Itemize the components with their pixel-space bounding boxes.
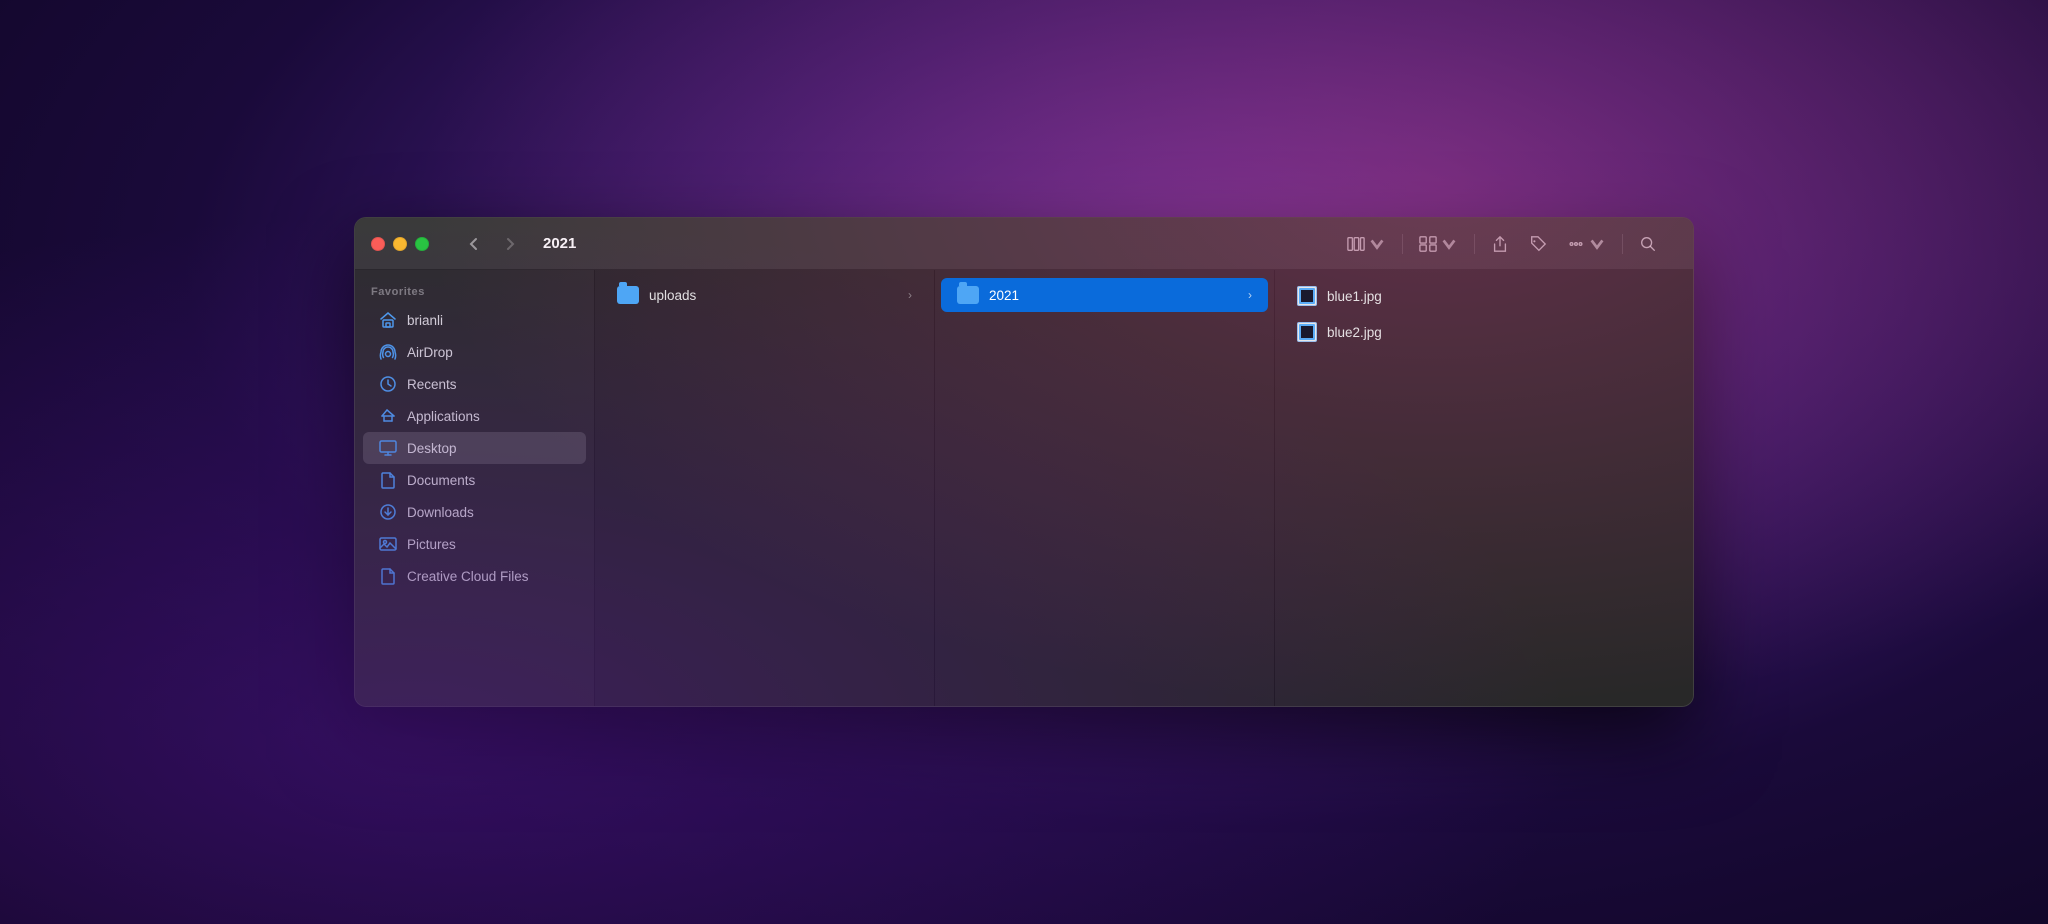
file-icon-blue1 xyxy=(1297,286,1317,306)
back-button[interactable] xyxy=(459,231,489,257)
file-blue1[interactable]: blue1.jpg xyxy=(1281,278,1687,314)
file-icon-blue2 xyxy=(1297,322,1317,342)
tag-button[interactable] xyxy=(1521,230,1555,258)
file-blue1-label: blue1.jpg xyxy=(1327,289,1382,304)
toolbar-divider-1 xyxy=(1402,234,1403,254)
sidebar-item-documents[interactable]: Documents xyxy=(363,464,586,496)
home-icon xyxy=(379,311,397,329)
applications-icon xyxy=(379,407,397,425)
toolbar-right xyxy=(1339,230,1677,258)
traffic-lights xyxy=(371,237,429,251)
folder-2021-chevron: › xyxy=(1248,288,1252,302)
maximize-button[interactable] xyxy=(415,237,429,251)
sidebar-label-recents: Recents xyxy=(407,377,457,392)
folder-icon-2021 xyxy=(957,286,979,304)
column-2: 2021 › xyxy=(935,270,1275,706)
sidebar-label-pictures: Pictures xyxy=(407,537,456,552)
sidebar-label-airdrop: AirDrop xyxy=(407,345,453,360)
desktop-icon xyxy=(379,439,397,457)
documents-icon xyxy=(379,471,397,489)
sidebar-item-recents[interactable]: Recents xyxy=(363,368,586,400)
airdrop-icon xyxy=(379,343,397,361)
more-button[interactable] xyxy=(1559,230,1614,258)
sidebar-item-airdrop[interactable]: AirDrop xyxy=(363,336,586,368)
folder-icon-uploads xyxy=(617,286,639,304)
file-blue2-label: blue2.jpg xyxy=(1327,325,1382,340)
forward-button[interactable] xyxy=(495,231,525,257)
sidebar-label-documents: Documents xyxy=(407,473,475,488)
recents-icon xyxy=(379,375,397,393)
creative-cloud-icon xyxy=(379,567,397,585)
folder-2021-label: 2021 xyxy=(989,288,1019,303)
folder-uploads-label: uploads xyxy=(649,288,696,303)
sidebar-label-desktop: Desktop xyxy=(407,441,457,456)
share-button[interactable] xyxy=(1483,230,1517,258)
close-button[interactable] xyxy=(371,237,385,251)
file-blue2[interactable]: blue2.jpg xyxy=(1281,314,1687,350)
folder-uploads[interactable]: uploads › xyxy=(601,278,928,312)
downloads-icon xyxy=(379,503,397,521)
minimize-button[interactable] xyxy=(393,237,407,251)
view-columns-button[interactable] xyxy=(1339,230,1394,258)
column-1: uploads › xyxy=(595,270,935,706)
sidebar-section-favorites: Favorites xyxy=(355,282,594,304)
sidebar-label-downloads: Downloads xyxy=(407,505,474,520)
folder-uploads-chevron: › xyxy=(908,288,912,302)
navigation-controls: 2021 xyxy=(459,231,588,257)
sidebar-item-desktop[interactable]: Desktop xyxy=(363,432,586,464)
sidebar-item-pictures[interactable]: Pictures xyxy=(363,528,586,560)
sidebar-item-applications[interactable]: Applications xyxy=(363,400,586,432)
pictures-icon xyxy=(379,535,397,553)
folder-2021[interactable]: 2021 › xyxy=(941,278,1268,312)
file-browser: uploads › 2021 › blue1.jpg xyxy=(595,270,1693,706)
search-button[interactable] xyxy=(1631,230,1665,258)
sidebar-item-brianli[interactable]: brianli xyxy=(363,304,586,336)
sidebar-item-downloads[interactable]: Downloads xyxy=(363,496,586,528)
sidebar-label-brianli: brianli xyxy=(407,313,443,328)
toolbar-divider-3 xyxy=(1622,234,1623,254)
toolbar-divider-2 xyxy=(1474,234,1475,254)
window-title: 2021 xyxy=(543,235,576,252)
finder-window: 2021 xyxy=(354,217,1694,707)
sidebar-item-creative-cloud[interactable]: Creative Cloud Files xyxy=(363,560,586,592)
sidebar-label-creative-cloud: Creative Cloud Files xyxy=(407,569,529,584)
main-content: Favorites brianli xyxy=(355,270,1693,706)
sidebar-label-applications: Applications xyxy=(407,409,480,424)
sidebar: Favorites brianli xyxy=(355,270,595,706)
grid-view-button[interactable] xyxy=(1411,230,1466,258)
column-3: blue1.jpg blue2.jpg xyxy=(1275,270,1693,706)
title-bar: 2021 xyxy=(355,218,1693,270)
